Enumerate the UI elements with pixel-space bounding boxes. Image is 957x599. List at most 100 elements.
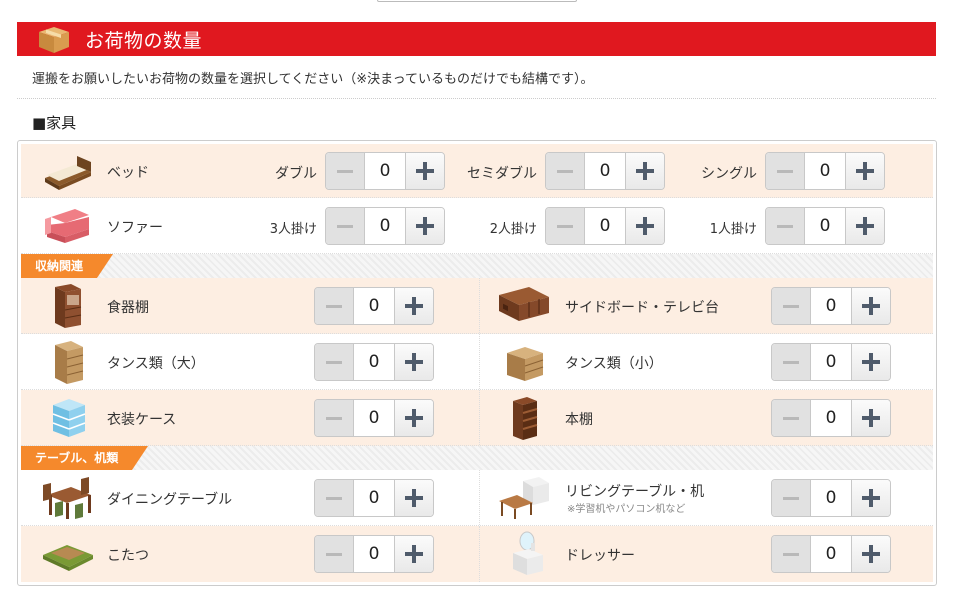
item-label-bookshelf: 本棚 <box>565 412 593 428</box>
sideboard-icon <box>499 287 549 321</box>
minus-icon <box>777 224 793 228</box>
minus-icon <box>337 224 353 228</box>
quantity-value[interactable]: 0 <box>805 208 845 244</box>
minus-icon <box>326 304 342 308</box>
minus-icon <box>777 169 793 173</box>
plus-button[interactable] <box>851 480 890 516</box>
minus-icon <box>326 416 342 420</box>
quantity-stepper-bookshelf: 0 <box>771 399 891 437</box>
plus-button[interactable] <box>851 344 890 380</box>
minus-icon <box>557 169 573 173</box>
quantity-stepper-bed-single: 0 <box>765 152 885 190</box>
minus-button[interactable] <box>546 153 585 189</box>
item-label-sideboard: サイドボード・テレビ台 <box>565 300 719 316</box>
quantity-stepper-dining-table: 0 <box>314 479 434 517</box>
minus-button[interactable] <box>772 400 811 436</box>
quantity-value[interactable]: 0 <box>354 288 394 324</box>
table-row-kotatsu-dresser: こたつ 0 ドレッサー 0 <box>21 526 933 582</box>
plus-button[interactable] <box>394 344 433 380</box>
minus-button[interactable] <box>326 208 365 244</box>
divider <box>479 470 480 525</box>
plus-button[interactable] <box>845 153 884 189</box>
quantity-header: お荷物の数量 <box>17 22 936 56</box>
plus-button[interactable] <box>394 288 433 324</box>
minus-button[interactable] <box>772 288 811 324</box>
quantity-value[interactable]: 0 <box>354 400 394 436</box>
option-label-2-seat: 2人掛け <box>489 222 537 237</box>
quantity-value[interactable]: 0 <box>811 536 851 572</box>
table-row-cupboard-sideboard: 食器棚 0 サイドボード・テレビ台 0 <box>21 278 933 334</box>
table-row-chests: タンス類（大） 0 タンス類（小） 0 <box>21 334 933 390</box>
item-label-dresser: ドレッサー <box>565 548 635 564</box>
minus-button[interactable] <box>772 480 811 516</box>
plus-button[interactable] <box>394 400 433 436</box>
quantity-value[interactable]: 0 <box>354 344 394 380</box>
quantity-value[interactable]: 0 <box>811 400 851 436</box>
minus-button[interactable] <box>315 288 354 324</box>
quantity-stepper-bed-semi-double: 0 <box>545 152 665 190</box>
plus-button[interactable] <box>851 536 890 572</box>
quantity-stepper-living-table: 0 <box>771 479 891 517</box>
minus-icon <box>783 360 799 364</box>
section-title-furniture: ■家具 <box>32 114 77 132</box>
item-label-clothes-case: 衣装ケース <box>107 412 177 428</box>
quantity-stepper-dresser: 0 <box>771 535 891 573</box>
minus-button[interactable] <box>772 536 811 572</box>
quantity-value[interactable]: 0 <box>805 153 845 189</box>
quantity-value[interactable]: 0 <box>585 208 625 244</box>
minus-button[interactable] <box>315 400 354 436</box>
quantity-value[interactable]: 0 <box>365 208 405 244</box>
quantity-stepper-clothes-case: 0 <box>314 399 434 437</box>
plus-button[interactable] <box>625 208 664 244</box>
plus-button[interactable] <box>845 208 884 244</box>
minus-button[interactable] <box>315 480 354 516</box>
quantity-value[interactable]: 0 <box>354 480 394 516</box>
divider <box>17 98 936 99</box>
table-row-bed: ベッド ダブル 0 セミダブル 0 シングル 0 <box>21 144 933 198</box>
quantity-value[interactable]: 0 <box>585 153 625 189</box>
bookshelf-icon <box>513 397 538 440</box>
quantity-value[interactable]: 0 <box>811 480 851 516</box>
item-label-cupboard: 食器棚 <box>107 300 149 316</box>
item-label-chest-large: タンス類（大） <box>107 356 205 372</box>
minus-button[interactable] <box>315 344 354 380</box>
quantity-value[interactable]: 0 <box>365 153 405 189</box>
minus-button[interactable] <box>766 208 805 244</box>
quantity-value[interactable]: 0 <box>811 288 851 324</box>
plus-button[interactable] <box>851 288 890 324</box>
minus-icon <box>783 416 799 420</box>
plus-button[interactable] <box>405 208 444 244</box>
option-label-3-seat: 3人掛け <box>269 222 317 237</box>
quantity-stepper-sofa-3-seat: 0 <box>325 207 445 245</box>
plus-button[interactable] <box>394 480 433 516</box>
option-label-semi-double: セミダブル <box>467 166 537 182</box>
item-label-bed: ベッド <box>107 165 149 181</box>
minus-button[interactable] <box>326 153 365 189</box>
plus-button[interactable] <box>394 536 433 572</box>
quantity-stepper-sideboard: 0 <box>771 287 891 325</box>
minus-button[interactable] <box>772 344 811 380</box>
item-label-sofa: ソファー <box>107 220 163 236</box>
item-label-dining-table: ダイニングテーブル <box>107 492 233 508</box>
minus-button[interactable] <box>315 536 354 572</box>
top-input-field[interactable] <box>377 0 577 2</box>
quantity-stepper-sofa-1-seat: 0 <box>765 207 885 245</box>
quantity-value[interactable]: 0 <box>354 536 394 572</box>
minus-icon <box>337 169 353 173</box>
minus-button[interactable] <box>766 153 805 189</box>
plus-button[interactable] <box>405 153 444 189</box>
quantity-value[interactable]: 0 <box>811 344 851 380</box>
minus-icon <box>326 496 342 500</box>
table-row-sofa: ソファー 3人掛け 0 2人掛け 0 1人掛け 0 <box>21 198 933 254</box>
clothes-case-icon <box>52 399 86 437</box>
furniture-panel: ベッド ダブル 0 セミダブル 0 シングル 0 ソファー 3人掛け 0 2人掛… <box>17 140 937 586</box>
minus-icon <box>326 552 342 556</box>
plus-button[interactable] <box>625 153 664 189</box>
minus-icon <box>783 304 799 308</box>
intro-text: 運搬をお願いしたいお荷物の数量を選択してください（※決まっているものだけでも結構… <box>32 72 594 87</box>
plus-button[interactable] <box>851 400 890 436</box>
divider <box>479 278 480 333</box>
living-table-icon <box>499 477 549 519</box>
minus-icon <box>783 496 799 500</box>
minus-button[interactable] <box>546 208 585 244</box>
